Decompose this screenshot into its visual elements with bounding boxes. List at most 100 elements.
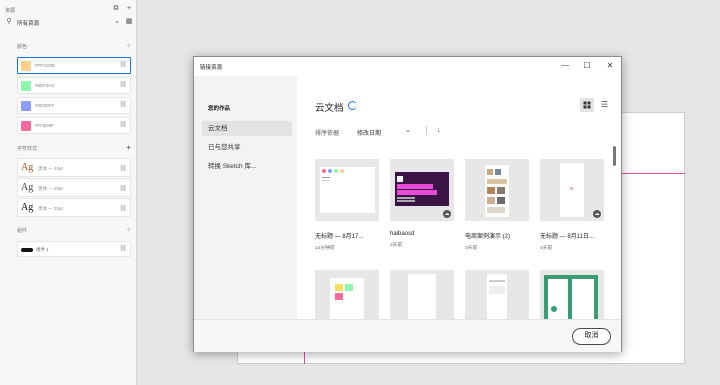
color-swatch xyxy=(21,81,31,91)
color-item[interactable]: #8DF9AC ⛓ xyxy=(17,77,131,94)
assets-panel: 资源 ⧉ + ⚲ 所有资源 ⌄ ▦ 颜色 + #FFCD8D ⛓ #8DF9AC… xyxy=(0,0,137,385)
component-item[interactable]: 组件 1 ⛓ xyxy=(17,241,131,257)
grid-icon xyxy=(583,101,591,109)
color-swatch xyxy=(21,61,31,71)
document-thumbnail: ☁ xyxy=(540,159,604,221)
components-section-header: 组件 + xyxy=(17,225,131,234)
document-name: haibaosd xyxy=(390,231,415,237)
component-thumbnail xyxy=(21,248,33,252)
document-thumbnail xyxy=(540,270,604,319)
close-icon[interactable]: ✕ xyxy=(603,60,617,72)
char-style-glyph: Ag xyxy=(21,182,34,193)
link-icon[interactable]: ⛓ xyxy=(119,81,127,88)
link-icon[interactable]: ⛓ xyxy=(119,121,127,128)
document-time: 3天前 xyxy=(465,246,478,251)
char-styles-section-header: 字符样式 + xyxy=(17,143,131,152)
add-component-icon[interactable]: + xyxy=(126,225,131,234)
chevron-down-icon[interactable]: ⌄ xyxy=(405,126,411,134)
document-card[interactable] xyxy=(390,270,454,319)
dialog-sidebar: 您的作品 云文档 已与您共享 转换 Sketch 库... xyxy=(194,76,297,319)
sidebar-item-shared[interactable]: 已与您共享 xyxy=(202,140,292,155)
link-icon[interactable]: ⛓ xyxy=(119,101,127,108)
link-library-icon[interactable]: ⧉ xyxy=(112,5,120,13)
char-style-label: 黑体 — 32pt xyxy=(38,206,63,211)
color-label: #8D9DFF xyxy=(35,103,55,108)
document-thumbnail xyxy=(390,270,454,319)
char-style-glyph: Ag xyxy=(21,202,34,213)
list-view-icon[interactable]: ☰ xyxy=(601,100,608,109)
char-style-item[interactable]: Ag 黑体 — 32pt ⛓ xyxy=(17,198,131,217)
component-label: 组件 1 xyxy=(36,247,49,252)
document-thumbnail xyxy=(315,270,379,319)
sidebar-item-cloud-docs[interactable]: 云文档 xyxy=(202,121,292,136)
guide-line xyxy=(622,173,685,174)
document-time: 3天前 xyxy=(390,243,403,248)
document-card[interactable] xyxy=(315,270,379,319)
chevron-down-icon[interactable]: ⌄ xyxy=(113,18,121,26)
cancel-button[interactable]: 取消 xyxy=(572,328,611,345)
search-icon[interactable]: ⚲ xyxy=(5,18,13,26)
document-card[interactable] xyxy=(540,270,604,319)
assets-panel-title: 资源 xyxy=(5,8,16,14)
document-thumbnail xyxy=(315,159,379,221)
divider xyxy=(426,126,427,135)
document-time: 4天前 xyxy=(540,246,553,251)
colors-section-header: 颜色 + xyxy=(17,41,131,50)
sidebar-item-convert-sketch[interactable]: 转换 Sketch 库... xyxy=(202,159,292,174)
color-swatch xyxy=(21,101,31,111)
grid-view-icon[interactable]: ▦ xyxy=(125,18,133,26)
document-card[interactable]: ☁ 无标题 — 8月11日... 4天前 xyxy=(540,159,604,251)
color-label: #FF8D8F xyxy=(35,123,55,128)
add-icon[interactable]: + xyxy=(125,5,133,13)
color-swatch xyxy=(21,121,31,131)
maximize-icon[interactable]: ☐ xyxy=(580,60,594,72)
document-card[interactable] xyxy=(465,270,529,319)
document-thumbnail xyxy=(465,270,529,319)
document-card[interactable]: 电商案例演示 (2) 3天前 xyxy=(465,159,529,251)
link-icon[interactable]: ⛓ xyxy=(119,61,127,68)
dialog-titlebar[interactable]: 链接资源 — ☐ ✕ xyxy=(194,57,621,76)
char-styles-section-title: 字符样式 xyxy=(17,146,38,152)
assets-filter-row[interactable]: ⚲ 所有资源 ⌄ ▦ xyxy=(5,17,133,28)
char-style-label: 黑体 — 40pt xyxy=(38,166,63,171)
document-card[interactable]: ☁ haibaosd 3天前 xyxy=(390,159,454,248)
char-style-glyph: Ag xyxy=(21,162,34,173)
color-label: #8DF9AC xyxy=(35,83,55,88)
add-color-icon[interactable]: + xyxy=(126,41,131,50)
document-name: 无标题 — 8月17... xyxy=(315,234,364,240)
char-style-label: 黑体 — 20pt xyxy=(38,186,63,191)
sort-dropdown[interactable]: 修改日期 xyxy=(357,128,381,137)
cloud-icon: ☁ xyxy=(593,210,601,218)
color-item[interactable]: #FF8D8F ⛓ xyxy=(17,117,131,134)
color-item[interactable]: #FFCD8D ⛓ xyxy=(17,57,131,74)
minimize-icon[interactable]: — xyxy=(558,60,572,72)
loading-spinner-icon xyxy=(348,101,357,110)
sort-label: 排序依据 xyxy=(315,131,340,137)
assets-filter-label[interactable]: 所有资源 xyxy=(17,19,39,27)
document-name: 无标题 — 8月11日... xyxy=(540,234,594,240)
link-icon[interactable]: ⛓ xyxy=(119,205,127,212)
sort-direction-icon[interactable]: ↓ xyxy=(437,127,441,134)
char-style-item[interactable]: Ag 黑体 — 20pt ⛓ xyxy=(17,178,131,197)
add-char-style-icon[interactable]: + xyxy=(126,143,131,152)
cloud-icon: ☁ xyxy=(443,210,451,218)
document-time: 14分钟前 xyxy=(315,246,335,251)
char-style-item[interactable]: Ag 黑体 — 40pt ⛓ xyxy=(17,158,131,177)
link-icon[interactable]: ⛓ xyxy=(119,185,127,192)
dialog-title: 链接资源 xyxy=(200,65,223,71)
color-label: #FFCD8D xyxy=(35,63,56,68)
color-item[interactable]: #8D9DFF ⛓ xyxy=(17,97,131,114)
page-title: 云文档 xyxy=(315,103,344,114)
sidebar-header: 您的作品 xyxy=(208,106,231,112)
document-card[interactable]: 无标题 — 8月17... 14分钟前 xyxy=(315,159,379,251)
link-icon[interactable]: ⛓ xyxy=(119,245,127,252)
document-thumbnail: ☁ xyxy=(390,159,454,221)
colors-section-title: 颜色 xyxy=(17,44,28,50)
grid-view-button[interactable] xyxy=(580,98,594,112)
scrollbar[interactable] xyxy=(613,146,616,166)
components-section-title: 组件 xyxy=(17,228,28,234)
guide-line xyxy=(304,352,305,364)
link-icon[interactable]: ⛓ xyxy=(119,165,127,172)
document-thumbnail xyxy=(465,159,529,221)
document-name: 电商案例演示 (2) xyxy=(465,234,511,240)
